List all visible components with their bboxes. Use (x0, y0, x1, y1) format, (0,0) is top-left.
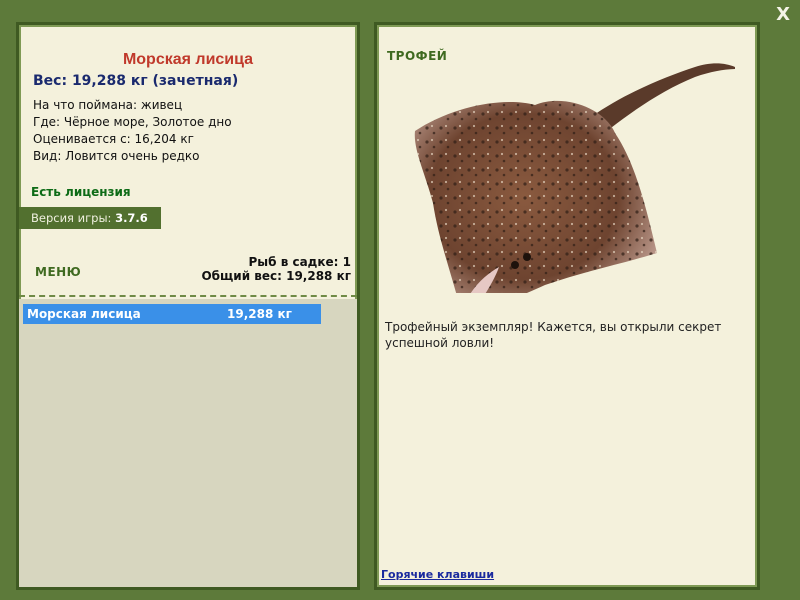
close-button[interactable]: X (776, 4, 790, 26)
total-weight: Общий вес: 19,288 кг (201, 269, 351, 283)
fish-count: Рыб в садке: 1 (248, 255, 352, 269)
trophy-message: Трофейный экземпляр! Кажется, вы открыли… (385, 320, 722, 350)
trophy-panel: ТРОФЕЙ Трофейный экземпляр! Кажется, вы … (374, 22, 760, 590)
stingray-image (414, 63, 735, 293)
scored-from-info: Оценивается с: 16,204 кг (33, 132, 194, 146)
list-item-weight: 19,288 кг (227, 307, 292, 321)
menu-button[interactable]: МЕНЮ (35, 265, 81, 279)
list-item[interactable]: Морская лисица 19,288 кг (23, 304, 321, 324)
fish-details: На что поймана: живец Где: Чёрное море, … (33, 97, 232, 165)
bait-info: На что поймана: живец (33, 98, 183, 112)
divider (19, 295, 357, 297)
hotkeys-link[interactable]: Горячие клавиши (381, 568, 494, 581)
game-version: Версия игры: 3.7.6 (19, 207, 161, 229)
version-label: Версия игры: (31, 211, 112, 225)
fish-title: Морская лисица (122, 51, 254, 68)
fish-weight: Вес: 19,288 кг (зачетная) (33, 73, 239, 89)
version-value: 3.7.6 (115, 211, 148, 225)
cage-stats: Рыб в садке: 1 Общий вес: 19,288 кг (201, 255, 351, 283)
location-info: Где: Чёрное море, Золотое дно (33, 115, 232, 129)
license-status: Есть лицензия (31, 185, 131, 199)
catch-list: Морская лисица 19,288 кг (19, 299, 357, 587)
species-rarity-info: Вид: Ловится очень редко (33, 149, 200, 163)
list-item-name: Морская лисица (27, 307, 141, 321)
fish-info-panel: Морская лисица Вес: 19,288 кг (зачетная)… (16, 22, 360, 590)
